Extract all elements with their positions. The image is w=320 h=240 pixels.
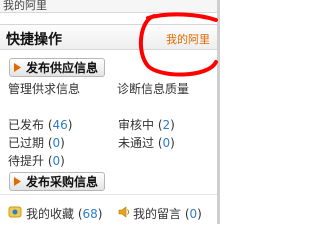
footer-divider bbox=[0, 194, 217, 195]
favorites-icon bbox=[8, 206, 22, 218]
messages-label: 我的留言 bbox=[133, 207, 182, 221]
status-count: 0 bbox=[162, 136, 171, 150]
status-rejected[interactable]: 未通过 (0) bbox=[118, 134, 175, 151]
status-count: 46 bbox=[52, 118, 68, 132]
publish-purchase-button[interactable]: 发布采购信息 bbox=[9, 172, 105, 191]
status-published[interactable]: 已发布 (46) bbox=[8, 116, 72, 133]
favorites-label: 我的收藏 bbox=[26, 207, 75, 221]
top-title: 我的阿里 bbox=[3, 0, 47, 12]
messages-count: 0 bbox=[189, 207, 198, 221]
status-reviewing[interactable]: 审核中 (2) bbox=[118, 116, 175, 133]
status-label: 已发布 bbox=[8, 118, 45, 132]
arrow-right-icon bbox=[13, 177, 21, 186]
my-favorites-link[interactable]: 我的收藏 (68) bbox=[26, 205, 102, 222]
status-count: 2 bbox=[162, 118, 171, 132]
status-label: 已过期 bbox=[8, 136, 45, 150]
diagnose-quality-link[interactable]: 诊断信息质量 bbox=[117, 80, 189, 97]
my-alibaba-link[interactable]: 我的阿里 bbox=[166, 31, 210, 47]
my-messages-link[interactable]: 我的留言 (0) bbox=[133, 205, 202, 222]
status-count: 0 bbox=[52, 136, 61, 150]
arrow-right-icon bbox=[13, 63, 21, 72]
publish-supply-button[interactable]: 发布供应信息 bbox=[9, 58, 105, 77]
panel-title: 快捷操作 bbox=[6, 32, 62, 48]
panel-edge bbox=[217, 0, 220, 224]
publish-supply-label: 发布供应信息 bbox=[25, 61, 98, 75]
publish-purchase-label: 发布采购信息 bbox=[25, 175, 98, 189]
status-label: 待提升 bbox=[8, 154, 45, 168]
top-title-bar: 我的阿里 bbox=[0, 0, 220, 13]
status-label: 审核中 bbox=[118, 118, 155, 132]
status-expired[interactable]: 已过期 (0) bbox=[8, 134, 65, 151]
favorites-count: 68 bbox=[82, 207, 98, 221]
speaker-icon bbox=[118, 206, 129, 218]
panel-header: 快捷操作 我的阿里 bbox=[0, 24, 217, 50]
status-count: 0 bbox=[52, 154, 61, 168]
status-to-improve[interactable]: 待提升 (0) bbox=[8, 152, 65, 169]
status-label: 未通过 bbox=[118, 136, 155, 150]
manage-supply-link[interactable]: 管理供求信息 bbox=[8, 80, 80, 97]
